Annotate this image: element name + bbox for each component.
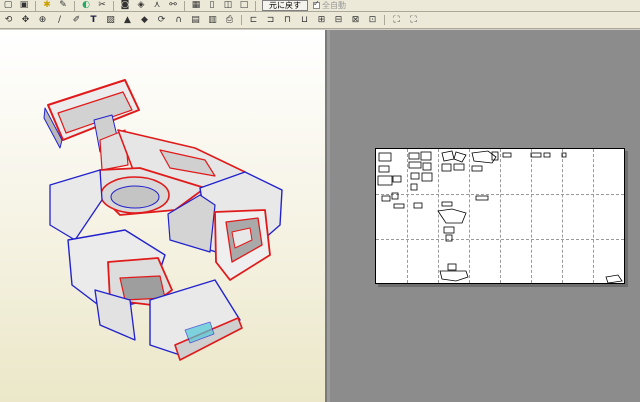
- magnet-icon[interactable]: ∩: [171, 13, 186, 27]
- cut-icon[interactable]: ✂: [95, 0, 109, 12]
- file-icon[interactable]: ▢: [1, 0, 15, 12]
- part-piece[interactable]: [393, 203, 405, 209]
- align-left-icon[interactable]: ⊏: [246, 13, 261, 27]
- view3-icon[interactable]: □: [237, 0, 251, 12]
- unfold-icon[interactable]: ⟳: [154, 13, 169, 27]
- toolbar-separator: [241, 15, 242, 25]
- split-icon[interactable]: ⋏: [150, 0, 164, 12]
- fit-all-icon[interactable]: ⛶: [406, 13, 421, 27]
- flip-icon[interactable]: ⊟: [331, 13, 346, 27]
- mountain-icon[interactable]: ▲: [120, 13, 135, 27]
- text-icon[interactable]: T: [86, 13, 101, 27]
- group-icon[interactable]: ⊠: [348, 13, 363, 27]
- mesh-icon[interactable]: ◈: [134, 0, 148, 12]
- part-piece[interactable]: [441, 150, 455, 162]
- part-piece[interactable]: [439, 270, 469, 282]
- part-piece[interactable]: [410, 172, 420, 180]
- distribute-icon[interactable]: ⊞: [314, 13, 329, 27]
- main-toolbar: ▢ ▣ ✱ ✎ ◐ ✂ ◙ ◈ ⋏ ⚯ ▦ ▯ ◫ □ 元に戻す 全自動: [0, 0, 640, 12]
- auto-checkbox-label: 全自動: [322, 1, 346, 10]
- page-icon[interactable]: ▤: [188, 13, 203, 27]
- save-icon[interactable]: ▣: [17, 0, 31, 12]
- bulb-icon[interactable]: ✱: [40, 0, 54, 12]
- grid-icon[interactable]: ▦: [189, 0, 203, 12]
- rotate-icon[interactable]: ⟲: [1, 13, 16, 27]
- part-piece[interactable]: [410, 183, 418, 191]
- edit-icon[interactable]: ✎: [56, 0, 70, 12]
- part-piece[interactable]: [378, 165, 390, 173]
- toolbar-separator: [255, 0, 256, 11]
- part-piece[interactable]: [378, 152, 392, 162]
- part-piece[interactable]: [391, 192, 399, 200]
- model-3d-view[interactable]: [0, 30, 327, 402]
- toolbar-separator: [184, 0, 185, 11]
- toolbar-separator: [113, 0, 114, 11]
- auto-checkbox[interactable]: 全自動: [313, 0, 346, 11]
- part-piece[interactable]: [422, 162, 432, 171]
- join-icon[interactable]: ⚯: [166, 0, 180, 12]
- part-piece[interactable]: [420, 151, 432, 161]
- model-head-panel: [43, 79, 140, 171]
- print-icon[interactable]: ⎙: [222, 13, 237, 27]
- line-icon[interactable]: ∕: [52, 13, 67, 27]
- part-piece[interactable]: [605, 274, 623, 284]
- part-piece[interactable]: [392, 175, 402, 183]
- part-piece[interactable]: [443, 226, 455, 234]
- view2-icon[interactable]: ◫: [221, 0, 235, 12]
- part-piece[interactable]: [381, 195, 391, 202]
- image-icon[interactable]: ▨: [103, 13, 118, 27]
- part-piece[interactable]: [543, 152, 551, 158]
- restore-button[interactable]: 元に戻す: [262, 0, 308, 11]
- part-piece[interactable]: [441, 163, 452, 172]
- papercraft-editor-window: ▢ ▣ ✱ ✎ ◐ ✂ ◙ ◈ ⋏ ⚯ ▦ ▯ ◫ □ 元に戻す 全自動 ⟲ ✥…: [0, 0, 640, 402]
- pen-icon[interactable]: ✐: [69, 13, 84, 27]
- cylinder-icon[interactable]: ◙: [118, 0, 132, 12]
- part-piece[interactable]: [441, 201, 453, 207]
- part-piece[interactable]: [475, 195, 489, 201]
- part-piece[interactable]: [453, 163, 465, 171]
- part-piece[interactable]: [421, 172, 433, 182]
- fit-icon[interactable]: ⛶: [389, 13, 404, 27]
- part-piece[interactable]: [447, 263, 457, 271]
- align-center-icon[interactable]: ⊐: [263, 13, 278, 27]
- part-piece[interactable]: [437, 208, 467, 224]
- align-top-icon[interactable]: ⊔: [297, 13, 312, 27]
- zoom-icon[interactable]: ⊕: [35, 13, 50, 27]
- part-piece[interactable]: [471, 165, 483, 172]
- part-piece[interactable]: [530, 152, 542, 158]
- page-copy-icon[interactable]: ▥: [205, 13, 220, 27]
- tools-toolbar: ⟲ ✥ ⊕ ∕ ✐ T ▨ ▲ ◆ ⟳ ∩ ▤ ▥ ⎙ ⊏ ⊐ ⊓ ⊔ ⊞ ⊟ …: [0, 12, 640, 29]
- color-icon[interactable]: ◐: [79, 0, 93, 12]
- part-piece[interactable]: [502, 152, 512, 158]
- toolbar-separator: [74, 0, 75, 11]
- view1-icon[interactable]: ▯: [205, 0, 219, 12]
- checkbox-box[interactable]: [313, 0, 320, 9]
- toolbar-separator: [35, 0, 36, 11]
- part-piece[interactable]: [453, 151, 467, 163]
- part-piece[interactable]: [445, 234, 453, 242]
- unfolded-parts-drawing: [377, 150, 623, 284]
- paper-sheet[interactable]: [375, 148, 625, 284]
- part-piece[interactable]: [408, 161, 422, 169]
- ungroup-icon[interactable]: ⊡: [365, 13, 380, 27]
- part-piece[interactable]: [408, 152, 420, 160]
- cube-icon[interactable]: ◆: [137, 13, 152, 27]
- align-right-icon[interactable]: ⊓: [280, 13, 295, 27]
- model-body: [49, 129, 283, 361]
- part-piece[interactable]: [413, 202, 423, 209]
- toolbar-separator: [384, 15, 385, 25]
- move-icon[interactable]: ✥: [18, 13, 33, 27]
- model-3d-render[interactable]: [0, 30, 327, 402]
- unfold-2d-view[interactable]: [330, 30, 640, 402]
- part-piece[interactable]: [377, 175, 393, 186]
- part-piece[interactable]: [561, 152, 567, 158]
